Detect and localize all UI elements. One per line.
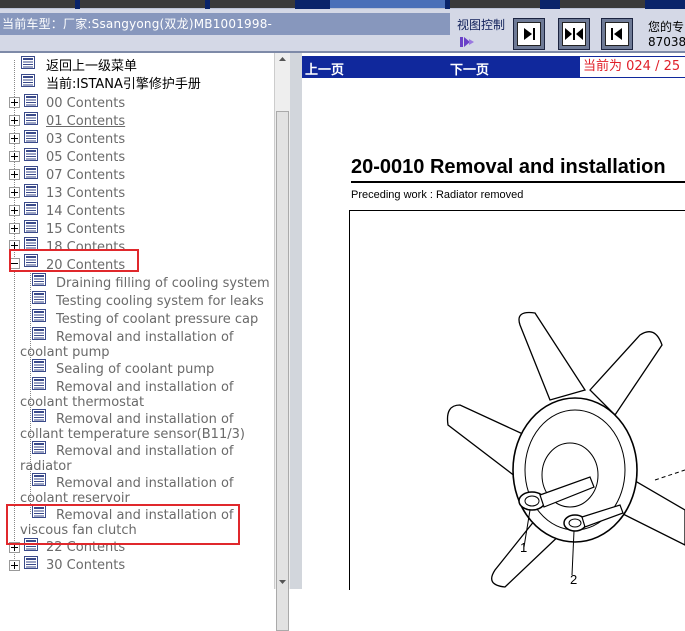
doc-list-icon [32, 309, 46, 322]
book-icon [24, 556, 38, 569]
app-header: 当前车型：厂家:Ssangyong(双龙)MB1001998- 视图控制 您的专… [0, 0, 685, 52]
page-indicator: 当前为 024 / 25 [580, 57, 685, 77]
toc-item-label[interactable]: 01 Contents [46, 114, 125, 129]
expand-plus-icon[interactable] [9, 223, 20, 234]
view-control-icon[interactable] [460, 37, 476, 47]
toc-child-label[interactable]: Removal and installation of radiator [20, 444, 250, 474]
prev-page-button[interactable] [601, 18, 633, 50]
toc-item-label[interactable]: 30 Contents [46, 558, 125, 573]
callout-1: 1 [520, 540, 528, 555]
next-page-link[interactable]: 下一页 [450, 59, 489, 78]
doc-list-icon [21, 74, 35, 87]
doc-list-icon [32, 291, 46, 304]
book-icon [24, 184, 38, 197]
toc-child-label[interactable]: Testing cooling system for leaks [56, 294, 264, 309]
panel-splitter[interactable] [290, 53, 302, 589]
top-tab-4[interactable] [330, 0, 445, 9]
expand-plus-icon[interactable] [9, 205, 20, 216]
book-icon [24, 112, 38, 125]
top-tab-1[interactable] [0, 0, 75, 9]
doc-list-icon [32, 273, 46, 286]
expert-line-2: 87038 [648, 35, 685, 49]
doc-list-icon [32, 359, 46, 372]
doc-title: 20-0010 Removal and installation [351, 156, 666, 178]
book-icon [24, 94, 38, 107]
expand-plus-icon[interactable] [9, 97, 20, 108]
top-tab-2[interactable] [80, 0, 205, 9]
toc-scrollbar[interactable] [274, 53, 290, 631]
toc-item-label[interactable]: 03 Contents [46, 132, 125, 147]
doc-preceding-work: Preceding work : Radiator removed [351, 189, 524, 201]
book-icon [24, 166, 38, 179]
view-control-label: 视图控制 [457, 18, 506, 32]
expert-line-1: 您的专 [648, 20, 685, 34]
toc-item-label[interactable]: 18 Contents [46, 240, 125, 249]
arrow-left-bar-icon [611, 28, 622, 40]
doc-list-icon [21, 56, 35, 69]
toc-child-label[interactable]: Removal and installation of coolant pump [20, 330, 250, 360]
highlight-box-viscous-fan [6, 504, 240, 545]
scroll-down-arrow[interactable] [276, 577, 289, 587]
expand-plus-icon[interactable] [9, 115, 20, 126]
book-icon [24, 220, 38, 233]
next-page-button[interactable] [513, 18, 545, 50]
chevron-up-icon [279, 57, 286, 61]
prev-page-link[interactable]: 上一页 [305, 59, 344, 78]
expand-plus-icon[interactable] [9, 187, 20, 198]
arrows-inward-icon [565, 28, 583, 40]
toc-item-label[interactable]: 15 Contents [46, 222, 125, 237]
expand-plus-icon[interactable] [9, 560, 20, 571]
toc-item-label[interactable]: 14 Contents [46, 204, 125, 219]
toc-item-label[interactable]: 13 Contents [46, 186, 125, 201]
fan-clutch-diagram [446, 311, 685, 588]
toc-back-link[interactable]: 返回上一级菜单 [46, 59, 137, 74]
toc-child-label[interactable]: Removal and installation of coolant ther… [20, 380, 250, 410]
scroll-up-arrow[interactable] [276, 54, 289, 64]
toc-child-label[interactable]: Removal and installation of coolant rese… [20, 476, 250, 504]
highlight-box-20-contents [9, 249, 139, 272]
expand-plus-icon[interactable] [9, 169, 20, 180]
doc-title-rule [351, 181, 685, 183]
top-tab-5[interactable] [450, 0, 540, 9]
book-icon [24, 130, 38, 143]
fit-view-button[interactable] [558, 18, 590, 50]
arrow-right-bar-icon [524, 28, 535, 40]
book-icon [24, 148, 38, 161]
expert-info: 您的专 87038 [648, 20, 685, 50]
toc-child-label[interactable]: Sealing of coolant pump [56, 362, 214, 377]
top-tab-6[interactable] [560, 0, 645, 9]
toc-child-label[interactable]: Removal and installation of collant temp… [20, 412, 274, 442]
toc-child-label[interactable]: Draining filling of cooling system [56, 276, 270, 291]
scroll-thumb[interactable] [276, 111, 289, 631]
top-tab-3[interactable] [210, 0, 295, 9]
toc-current-manual: 当前:ISTANA引擎修护手册 [46, 77, 201, 92]
toc-item-label[interactable]: 07 Contents [46, 168, 125, 183]
toc-item-label[interactable]: 00 Contents [46, 96, 125, 111]
expand-plus-icon[interactable] [9, 151, 20, 162]
current-model-label: 当前车型：厂家:Ssangyong(双龙)MB1001998- [2, 17, 273, 31]
chevron-down-icon [279, 580, 286, 584]
toc-item-label[interactable]: 05 Contents [46, 150, 125, 165]
expand-plus-icon[interactable] [9, 133, 20, 144]
callout-2: 2 [570, 572, 578, 587]
book-icon [24, 202, 38, 215]
toc-child-label[interactable]: Testing of coolant pressure cap [56, 312, 258, 327]
